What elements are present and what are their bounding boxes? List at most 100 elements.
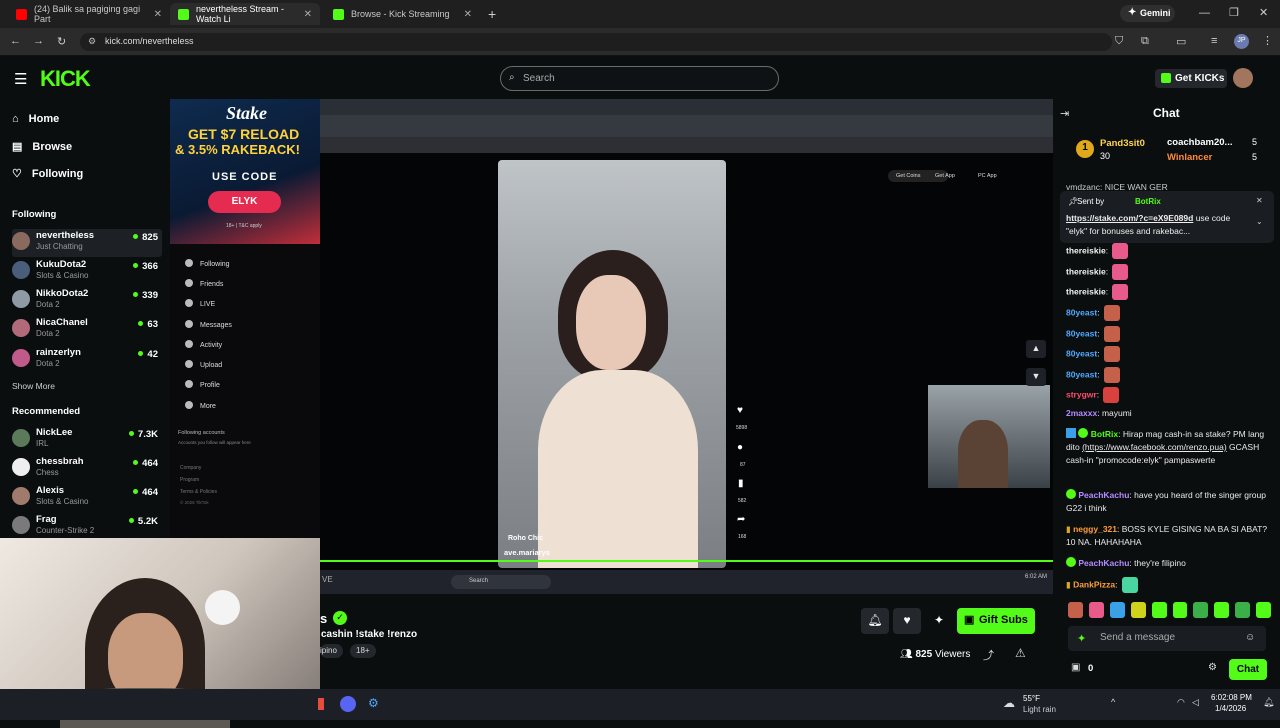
stake-ad-banner[interactable]: Stake GET $7 RELOAD & 3.5% RAKEBACK! USE… (170, 99, 320, 244)
chat-message: thereiskie: (1066, 243, 1271, 259)
sidebar-channel-nicachanel[interactable]: NicaChanel Dota 2 63 (12, 316, 162, 344)
close-icon[interactable]: ✕ (304, 9, 312, 20)
extensions-icon[interactable]: ⧉ (1141, 35, 1149, 48)
reload-icon[interactable]: ↻ (57, 35, 66, 48)
video-progress-bar[interactable] (320, 560, 1053, 562)
emote[interactable] (1088, 602, 1104, 618)
cast-icon[interactable]: ▭ (1176, 35, 1186, 48)
gift-subs-button[interactable]: ▣ Gift Subs (957, 608, 1035, 634)
sidebar-channel-kukudota2[interactable]: KukuDota2 Slots & Casino 366 (12, 258, 162, 286)
chat-message-input[interactable]: Send a message (1068, 626, 1266, 651)
back-icon[interactable]: ← (10, 35, 21, 47)
tray-chevron-icon[interactable]: ^ (1111, 697, 1115, 707)
chat-link[interactable]: (https://www.facebook.com/renzo.pua) (1082, 442, 1227, 452)
maximize-icon[interactable]: ❐ (1229, 6, 1239, 19)
emoji-icon[interactable]: ☺ (1245, 632, 1255, 643)
notification-bell-icon[interactable]: 🔔︎ (1263, 697, 1274, 708)
scroll-up-icon[interactable]: ▲ (1026, 340, 1046, 358)
show-more-link[interactable]: Show More (12, 381, 55, 391)
browser-tab-youtube[interactable]: (24) Balik sa pagiging gagi Part ✕ (8, 3, 170, 25)
sidebar-channel-nevertheless[interactable]: nevertheless Just Chatting 825 (12, 229, 162, 257)
tiktok-nav-item: LIVE (185, 299, 215, 308)
stream-title: cashin !stake !renzo (321, 629, 418, 640)
hamburger-menu-icon[interactable]: ☰ (14, 70, 27, 88)
send-chat-button[interactable]: Chat (1229, 659, 1267, 680)
menu-kebab-icon[interactable]: ⋮ (1262, 34, 1273, 47)
notifications-button[interactable]: 🔔︎ (861, 608, 889, 634)
kick-sparkle-icon: ✦ (1077, 633, 1087, 645)
report-icon[interactable]: ⚠ (1015, 646, 1026, 660)
streamer-name[interactable]: s (320, 611, 327, 626)
moderator-badge-icon (1066, 428, 1076, 438)
emote[interactable] (1068, 602, 1083, 618)
new-tab-icon[interactable]: + (488, 6, 496, 22)
sidebar-channel-nikkodota2[interactable]: NikkoDota2 Dota 2 339 (12, 287, 162, 315)
share-icon[interactable]: ⤴ (983, 647, 994, 663)
avatar (12, 516, 30, 534)
browser-tab-kick-stream[interactable]: nevertheless Stream - Watch Li ✕ (170, 3, 320, 25)
emote[interactable] (1235, 602, 1251, 618)
person-shape (958, 420, 1008, 488)
emote[interactable] (1151, 602, 1167, 618)
tiktok-video-frame: Roho Chic ave.mariarys (498, 160, 726, 568)
home-icon: ⌂ (12, 113, 19, 125)
person-body-shape (538, 370, 698, 568)
tiktok-nav-item: More (185, 401, 216, 410)
emote[interactable] (1256, 602, 1272, 618)
chat-message-botrix: BotRix: Hirap mag cash-in sa stake? PM l… (1066, 428, 1265, 465)
close-icon[interactable]: ✕ (464, 9, 472, 20)
profile-avatar[interactable]: JP (1234, 34, 1249, 49)
emote[interactable] (1214, 602, 1230, 618)
sidebar-channel-alexis[interactable]: Alexis Slots & Casino 464 (12, 484, 162, 512)
user-avatar[interactable] (1233, 68, 1253, 88)
site-info-icon[interactable]: ⚙ (88, 36, 96, 47)
gift-icon[interactable]: ▣ (1071, 662, 1080, 673)
chat-message: PeachKachu: have you heard of the singer… (1066, 489, 1266, 513)
scroll-down-icon[interactable]: ▼ (1026, 368, 1046, 386)
tag-18plus[interactable]: 18+ (350, 644, 376, 658)
clock-time[interactable]: 6:02:08 PM (1211, 693, 1252, 702)
sidebar-item-home[interactable]: ⌂ Home (12, 113, 59, 125)
discord-icon[interactable] (340, 696, 356, 712)
clock-date[interactable]: 1/4/2026 (1215, 704, 1246, 713)
chevron-down-icon[interactable]: ⌄ (1256, 217, 1263, 226)
follow-button[interactable]: ♥ (893, 608, 921, 634)
chat-settings-icon[interactable]: ⚙ (1208, 662, 1217, 673)
shield-extension-icon[interactable]: ⛉ (1115, 35, 1123, 48)
sidebar-item-browse[interactable]: ▤ Browse (12, 140, 72, 154)
pinned-link[interactable]: https://stake.com/?c=eX9E089d (1066, 213, 1193, 223)
app-icon[interactable] (318, 698, 324, 710)
close-window-icon[interactable]: ✕ (1259, 6, 1268, 19)
sidebar-channel-frag[interactable]: Frag Counter-Strike 2 5.2K (12, 513, 162, 537)
url-field[interactable]: ⚙ kick.com/nevertheless (80, 33, 1112, 51)
kick-logo[interactable]: KICK (40, 66, 91, 92)
gemini-button[interactable]: ✦ Gemini (1120, 5, 1175, 22)
forward-icon[interactable]: → (33, 35, 44, 47)
boost-button[interactable]: ✦ (925, 608, 953, 634)
emote[interactable] (1130, 602, 1146, 618)
steam-icon[interactable]: ⚙ (368, 696, 379, 710)
sidebar-channel-rainzerlyn[interactable]: rainzerlyn Dota 2 42 (12, 346, 162, 374)
emote[interactable] (1193, 602, 1209, 618)
volume-icon[interactable]: ◁ (1192, 697, 1199, 708)
tag-filipino[interactable]: ipino (320, 644, 343, 658)
get-kicks-button[interactable]: Get KICKs (1155, 69, 1227, 88)
emote[interactable] (1109, 602, 1125, 618)
sidebar-channel-nicklee[interactable]: NickLee IRL 7.3K (12, 426, 162, 454)
search-input[interactable]: Search (500, 66, 779, 91)
emote[interactable] (1172, 602, 1188, 618)
pinned-message[interactable]: 📌︎ Sent by BotRix https://stake.com/?c=e… (1060, 191, 1274, 243)
avatar (12, 429, 30, 447)
media-icon[interactable]: ≡ (1211, 35, 1217, 47)
unpin-icon[interactable]: ✕ (1256, 196, 1263, 205)
browser-tab-kick-browse[interactable]: Browse - Kick Streaming ✕ (325, 3, 480, 25)
close-icon[interactable]: ✕ (154, 9, 162, 20)
collapse-chat-icon[interactable]: ⇥ (1060, 107, 1069, 120)
minimize-icon[interactable]: — (1199, 7, 1210, 19)
sidebar-item-following[interactable]: ♡ Following (12, 167, 83, 181)
chat-message: ▮ neggy_321: BOSS KYLE GISING NA BA SI A… (1066, 524, 1268, 547)
sidebar-channel-chessbrah[interactable]: chessbrah Chess 464 (12, 455, 162, 483)
wifi-icon[interactable]: ◠ (1177, 697, 1185, 708)
chat-message: 2maxxx: mayumi (1066, 408, 1132, 418)
avatar (12, 349, 30, 367)
